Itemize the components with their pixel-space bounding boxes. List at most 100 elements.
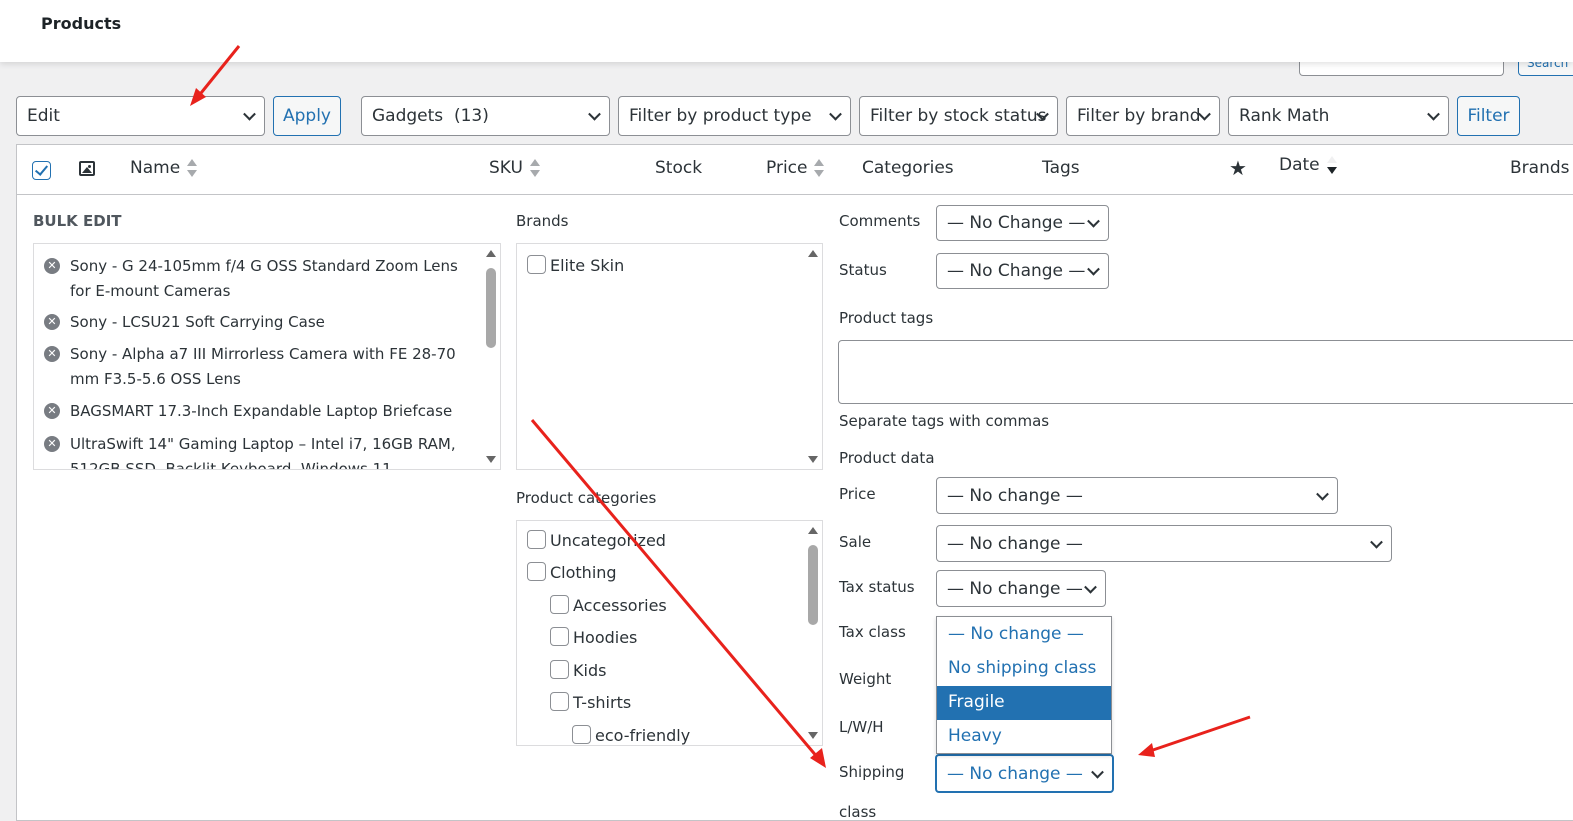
scroll-down-icon[interactable] bbox=[808, 456, 818, 463]
sale-select[interactable]: — No change — bbox=[936, 525, 1392, 562]
sort-icon bbox=[813, 159, 825, 177]
category-filter-select[interactable]: Gadgets (13) bbox=[361, 96, 610, 136]
product-name: BAGSMART 17.3-Inch Expandable Laptop Bri… bbox=[70, 402, 453, 420]
sort-desc-icon bbox=[1326, 156, 1337, 174]
shipping-class-select[interactable]: — No change — bbox=[935, 754, 1114, 793]
scrollbar[interactable] bbox=[804, 244, 822, 469]
category-label: Clothing bbox=[550, 563, 617, 582]
product-data-label: Product data bbox=[839, 449, 935, 467]
scrollbar-thumb[interactable] bbox=[486, 268, 496, 348]
chevron-down-icon bbox=[1087, 262, 1100, 276]
category-item[interactable]: Clothing bbox=[527, 562, 617, 583]
category-checkbox[interactable] bbox=[550, 595, 569, 614]
category-checkbox[interactable] bbox=[550, 660, 569, 679]
category-checkbox[interactable] bbox=[550, 627, 569, 646]
scroll-down-icon[interactable] bbox=[486, 456, 496, 463]
category-item[interactable]: Hoodies bbox=[550, 627, 637, 648]
column-price[interactable]: Price bbox=[766, 158, 825, 178]
category-filter-value: Gadgets (13) bbox=[372, 106, 489, 126]
category-checkbox[interactable] bbox=[527, 562, 546, 581]
column-sku-label: SKU bbox=[489, 158, 523, 178]
column-sku[interactable]: SKU bbox=[489, 158, 540, 178]
apply-button[interactable]: Apply bbox=[273, 96, 341, 136]
stock-status-filter-value: Filter by stock status bbox=[870, 106, 1047, 126]
shipping-class-value: — No change — bbox=[947, 764, 1083, 784]
featured-star-icon[interactable]: ★ bbox=[1229, 156, 1247, 180]
bulk-action-select[interactable]: Edit bbox=[16, 96, 265, 136]
top-bar: Products bbox=[0, 0, 1573, 62]
brand-item[interactable]: Elite Skin bbox=[527, 255, 624, 276]
column-name[interactable]: Name bbox=[130, 158, 198, 178]
product-categories-label: Product categories bbox=[516, 489, 657, 507]
dropdown-option-highlighted[interactable]: Fragile bbox=[937, 686, 1111, 720]
category-item[interactable]: eco-friendly bbox=[572, 725, 690, 745]
comments-value: — No Change — bbox=[947, 213, 1086, 233]
column-name-label: Name bbox=[130, 158, 181, 178]
column-date[interactable]: Date bbox=[1279, 155, 1337, 175]
stock-status-filter-select[interactable]: Filter by stock status bbox=[859, 96, 1058, 136]
chevron-down-icon bbox=[243, 107, 256, 121]
category-item[interactable]: Kids bbox=[550, 660, 607, 681]
product-tags-textarea[interactable] bbox=[838, 340, 1573, 404]
category-item[interactable]: Accessories bbox=[550, 595, 667, 616]
list-item: ✕ Sony - Alpha a7 III Mirrorless Camera … bbox=[44, 342, 474, 392]
category-checkbox[interactable] bbox=[572, 725, 591, 744]
scrollbar[interactable] bbox=[804, 521, 822, 745]
sale-label: Sale bbox=[839, 533, 872, 551]
remove-icon[interactable]: ✕ bbox=[44, 436, 60, 452]
brand-filter-select[interactable]: Filter by brand bbox=[1066, 96, 1220, 136]
seo-filter-value: Rank Math bbox=[1239, 106, 1330, 126]
seo-filter-select[interactable]: Rank Math bbox=[1228, 96, 1449, 136]
category-label: T-shirts bbox=[573, 693, 632, 712]
chevron-down-icon bbox=[829, 107, 842, 121]
scroll-down-icon[interactable] bbox=[808, 732, 818, 739]
remove-icon[interactable]: ✕ bbox=[44, 314, 60, 330]
price-value: — No change — bbox=[947, 486, 1083, 506]
column-date-label: Date bbox=[1279, 155, 1320, 175]
chevron-down-icon bbox=[1370, 535, 1383, 549]
remove-icon[interactable]: ✕ bbox=[44, 403, 60, 419]
chevron-down-icon bbox=[588, 107, 601, 121]
scroll-up-icon[interactable] bbox=[486, 250, 496, 257]
product-name: Sony - Alpha a7 III Mirrorless Camera wi… bbox=[70, 345, 456, 388]
brand-filter-value: Filter by brand bbox=[1077, 106, 1201, 126]
remove-icon[interactable]: ✕ bbox=[44, 258, 60, 274]
product-type-filter-select[interactable]: Filter by product type bbox=[618, 96, 851, 136]
product-name: Sony - LCSU21 Soft Carrying Case bbox=[70, 313, 325, 331]
categories-checklist: Uncategorized Clothing Accessories Hoodi… bbox=[516, 520, 823, 746]
dropdown-option[interactable]: No shipping class bbox=[937, 652, 1111, 686]
comments-label: Comments bbox=[839, 212, 921, 230]
scroll-up-icon[interactable] bbox=[808, 527, 818, 534]
tags-hint: Separate tags with commas bbox=[839, 412, 1050, 430]
remove-icon[interactable]: ✕ bbox=[44, 346, 60, 362]
shipping-class-label-2: class bbox=[839, 803, 877, 821]
category-label: Accessories bbox=[573, 596, 667, 615]
category-label: Uncategorized bbox=[550, 531, 666, 550]
shipping-class-label: Shipping bbox=[839, 763, 905, 781]
dropdown-option[interactable]: — No change — bbox=[937, 618, 1111, 652]
price-select[interactable]: — No change — bbox=[936, 477, 1338, 514]
table-header-divider bbox=[16, 194, 1573, 195]
product-type-filter-value: Filter by product type bbox=[629, 106, 812, 126]
dropdown-option[interactable]: Heavy bbox=[937, 720, 1111, 754]
scrollbar-thumb[interactable] bbox=[808, 545, 818, 625]
product-tags-label: Product tags bbox=[839, 309, 934, 327]
list-item: ✕ Sony - G 24-105mm f/4 G OSS Standard Z… bbox=[44, 254, 474, 304]
scrollbar[interactable] bbox=[482, 244, 500, 469]
category-checkbox[interactable] bbox=[550, 692, 569, 711]
scroll-up-icon[interactable] bbox=[808, 250, 818, 257]
category-label: Kids bbox=[573, 661, 607, 680]
brand-checkbox[interactable] bbox=[527, 255, 546, 274]
brands-label: Brands bbox=[516, 212, 569, 230]
select-all-checkbox[interactable] bbox=[32, 161, 51, 180]
filter-button[interactable]: Filter bbox=[1457, 96, 1520, 136]
column-brands: Brands bbox=[1510, 158, 1570, 178]
sort-icon bbox=[186, 159, 198, 177]
category-item[interactable]: T-shirts bbox=[550, 692, 632, 713]
comments-select[interactable]: — No Change — bbox=[936, 205, 1109, 241]
tax-status-select[interactable]: — No change — bbox=[936, 570, 1106, 607]
category-checkbox[interactable] bbox=[527, 530, 546, 549]
status-select[interactable]: — No Change — bbox=[936, 253, 1109, 289]
category-item[interactable]: Uncategorized bbox=[527, 530, 666, 551]
status-value: — No Change — bbox=[947, 261, 1086, 281]
